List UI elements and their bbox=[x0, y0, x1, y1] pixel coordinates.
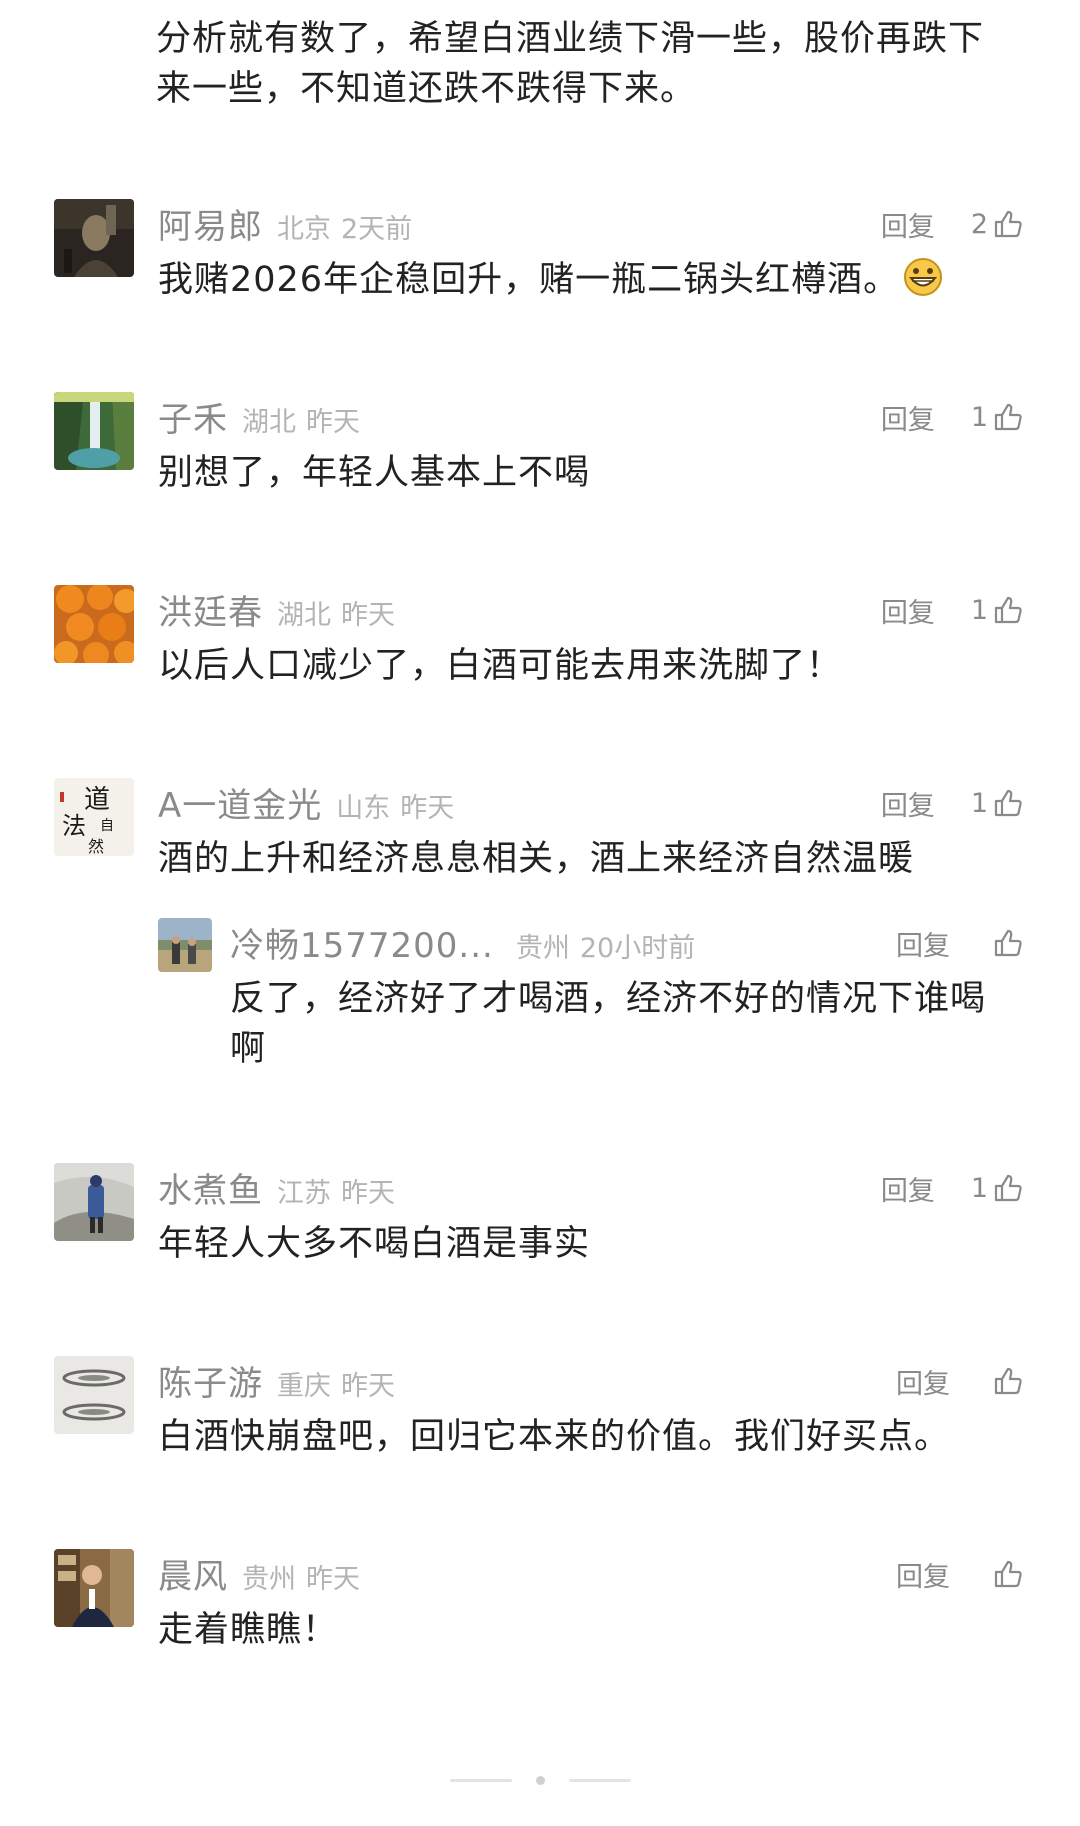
thumbs-up-icon[interactable] bbox=[992, 1365, 1024, 1397]
comment-text: 以后人口减少了，白酒可能去用来洗脚了！ bbox=[158, 646, 843, 686]
comments-page: 分析就有数了，希望白酒业绩下滑一些，股价再跌下来一些，不知道还跌不跌得下来。 阿… bbox=[0, 0, 1080, 1826]
comment-actions: 回复 1 bbox=[881, 394, 1024, 440]
avatar-char: 道 bbox=[84, 785, 110, 815]
username[interactable]: A一道金光 bbox=[158, 778, 322, 827]
timestamp: 昨天 bbox=[306, 407, 360, 438]
like-count: 1 bbox=[970, 401, 988, 433]
thumbs-up-icon[interactable] bbox=[992, 927, 1024, 959]
comment-text: 我赌2026年企稳回升，赌一瓶二锅头红樽酒。 bbox=[158, 255, 1008, 305]
reply-button[interactable]: 回复 bbox=[881, 398, 935, 437]
timestamp: 昨天 bbox=[341, 1178, 395, 1209]
comment-meta: A一道金光 山东 昨天 bbox=[158, 778, 454, 828]
username[interactable]: 陈子游 bbox=[158, 1356, 263, 1405]
location: 湖北 bbox=[277, 600, 331, 631]
comment-meta: 洪廷春 湖北 昨天 bbox=[158, 585, 395, 635]
page-indicator bbox=[0, 1773, 1080, 1787]
page-indicator-line bbox=[568, 1778, 631, 1782]
avatar[interactable] bbox=[54, 392, 134, 470]
thumbs-up-icon[interactable] bbox=[992, 1172, 1024, 1204]
location: 北京 bbox=[277, 214, 331, 245]
thumbs-up-icon[interactable] bbox=[992, 401, 1024, 433]
reply-meta: 冷畅1577200... 贵州 20小时前 bbox=[230, 918, 695, 968]
avatar[interactable] bbox=[54, 585, 134, 663]
timestamp: 昨天 bbox=[341, 1371, 395, 1402]
username[interactable]: 水煮鱼 bbox=[158, 1163, 263, 1212]
timestamp: 昨天 bbox=[341, 600, 395, 631]
comment-meta: 阿易郎 北京 2天前 bbox=[158, 199, 412, 249]
comment-text: 年轻人大多不喝白酒是事实 bbox=[158, 1224, 591, 1264]
location: 贵州 bbox=[242, 1564, 296, 1595]
like-count: 1 bbox=[970, 594, 988, 626]
grin-emoji-icon bbox=[903, 257, 943, 297]
avatar[interactable] bbox=[54, 1549, 134, 1627]
like-count: 1 bbox=[970, 1172, 988, 1204]
avatar[interactable] bbox=[54, 199, 134, 277]
comment-text: 酒的上升和经济息息相关，酒上来经济自然温暖 bbox=[158, 839, 915, 879]
avatar[interactable] bbox=[158, 918, 212, 972]
location: 山东 bbox=[336, 793, 391, 824]
username[interactable]: 子禾 bbox=[158, 392, 228, 441]
comment-meta: 陈子游 重庆 昨天 bbox=[158, 1356, 395, 1406]
comment-meta: 水煮鱼 江苏 昨天 bbox=[158, 1163, 395, 1213]
reply-button[interactable]: 回复 bbox=[896, 924, 950, 963]
username[interactable]: 阿易郎 bbox=[158, 199, 263, 248]
timestamp: 昨天 bbox=[306, 1564, 360, 1595]
avatar[interactable]: 道 法 自 然 bbox=[54, 778, 134, 856]
page-indicator-line bbox=[449, 1778, 512, 1782]
reply-button[interactable]: 回复 bbox=[881, 591, 935, 630]
comment-actions: 回复 2 bbox=[881, 201, 1024, 247]
like-count: 1 bbox=[970, 787, 988, 819]
avatar[interactable] bbox=[54, 1163, 134, 1241]
reply-button[interactable]: 回复 bbox=[881, 205, 935, 244]
location: 贵州 bbox=[515, 933, 570, 964]
username[interactable]: 冷畅1577200... bbox=[230, 918, 494, 967]
location: 重庆 bbox=[277, 1371, 331, 1402]
reply-button[interactable]: 回复 bbox=[881, 1169, 935, 1208]
location: 江苏 bbox=[277, 1178, 331, 1209]
reply-text: 反了，经济好了才喝酒，经济不好的情况下谁喝啊 bbox=[230, 979, 987, 1069]
thumbs-up-icon[interactable] bbox=[992, 208, 1024, 240]
username[interactable]: 晨风 bbox=[158, 1549, 228, 1598]
reply-button[interactable]: 回复 bbox=[896, 1362, 950, 1401]
comment-text: 白酒快崩盘吧，回归它本来的价值。我们好买点。 bbox=[158, 1417, 951, 1457]
comment-actions: 回复 1 bbox=[881, 780, 1024, 826]
location: 湖北 bbox=[242, 407, 296, 438]
page-indicator-dot bbox=[535, 1775, 545, 1785]
avatar-char: 法 bbox=[62, 812, 86, 840]
comment-actions: 回复 bbox=[896, 1358, 1024, 1404]
reply-actions: 回复 bbox=[896, 920, 1024, 966]
username[interactable]: 洪廷春 bbox=[158, 585, 263, 634]
comment-text-content: 我赌2026年企稳回升，赌一瓶二锅头红樽酒。 bbox=[158, 260, 900, 300]
thumbs-up-icon[interactable] bbox=[992, 787, 1024, 819]
comment-meta: 晨风 贵州 昨天 bbox=[158, 1549, 360, 1599]
reply-button[interactable]: 回复 bbox=[896, 1555, 950, 1594]
thumbs-up-icon[interactable] bbox=[992, 1558, 1024, 1590]
avatar-char: 然 bbox=[88, 837, 104, 856]
reply-button[interactable]: 回复 bbox=[881, 784, 935, 823]
comment-actions: 回复 1 bbox=[881, 587, 1024, 633]
timestamp: 20小时前 bbox=[579, 933, 696, 964]
comment-text: 走着瞧瞧！ bbox=[158, 1610, 339, 1650]
timestamp: 2天前 bbox=[341, 214, 413, 245]
comment-text: 别想了，年轻人基本上不喝 bbox=[158, 453, 591, 493]
comment-meta: 子禾 湖北 昨天 bbox=[158, 392, 360, 442]
avatar[interactable] bbox=[54, 1356, 134, 1434]
like-count: 2 bbox=[970, 208, 988, 240]
thumbs-up-icon[interactable] bbox=[992, 594, 1024, 626]
comment-actions: 回复 bbox=[896, 1551, 1024, 1597]
comment-actions: 回复 1 bbox=[881, 1165, 1024, 1211]
comment-text: 分析就有数了，希望白酒业绩下滑一些，股价再跌下来一些，不知道还跌不跌得下来。 bbox=[156, 19, 985, 109]
timestamp: 昨天 bbox=[400, 793, 455, 824]
avatar-char: 自 bbox=[100, 818, 114, 834]
